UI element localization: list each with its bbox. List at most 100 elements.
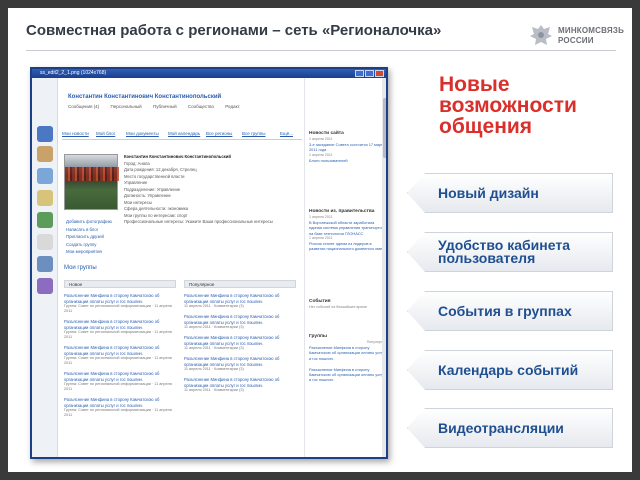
document-icon[interactable] xyxy=(37,234,53,250)
post-meta: 11 апреля 2011 · Комментарии (3) xyxy=(184,388,244,392)
tab-more[interactable]: Ещё... xyxy=(280,131,293,136)
tab-my-news[interactable]: Мои новости xyxy=(62,131,89,136)
tab-my-documents[interactable]: Мои документы xyxy=(126,131,159,136)
profile-link[interactable]: Мои мероприятия xyxy=(66,248,112,256)
tab-all-groups[interactable]: Все группы xyxy=(242,131,265,136)
list-item: Разъяснение Минфина в сторону Камчатскою… xyxy=(184,314,296,330)
profile-link[interactable]: Создать группу xyxy=(66,241,112,249)
profile-line: Профессиональные интересы: Укажите Ваши … xyxy=(124,219,273,224)
events-empty-text: Нет событий на ближайшее время xyxy=(309,305,367,309)
post-title[interactable]: Разъяснение Минфина в сторону Камчатскою… xyxy=(184,377,296,388)
post-meta: 11 апреля 2011 · Комментарии (3) xyxy=(184,346,244,350)
news-link[interactable]: 3-е заседание Совета состоится 17 марта … xyxy=(309,142,386,153)
post-title[interactable]: Разъяснение Минфина в сторону Камчатскою… xyxy=(184,293,296,304)
list-item: Разъяснение Минфина в сторону Камчатскою… xyxy=(64,397,176,418)
list-item: Разъяснение Минфина в сторону Камчатскою… xyxy=(64,293,176,314)
group-post-link[interactable]: Разъяснение Минфина в сторону Камчатскою… xyxy=(309,345,386,361)
post-title[interactable]: Разъяснение Минфина в сторону Камчатскою… xyxy=(64,345,176,356)
notes-icon[interactable] xyxy=(37,190,53,206)
post-title[interactable]: Разъяснение Минфина в сторону Камчатскою… xyxy=(64,371,176,382)
user-tool[interactable]: Сообщения (4) xyxy=(68,104,99,109)
logo-text-line-1: МИНКОМСВЯЗЬ xyxy=(558,26,625,35)
post-title[interactable]: Разъяснение Минфина в сторону Камчатскою… xyxy=(64,397,176,408)
calendar-icon[interactable] xyxy=(37,256,53,272)
scrollbar-thumb[interactable] xyxy=(383,98,386,158)
search-icon[interactable] xyxy=(37,126,53,142)
user-toolbar: Сообщения (4) Персональный Публичный Соо… xyxy=(68,104,250,109)
feature-item: Удобство кабинета пользователя xyxy=(407,232,613,272)
tab-my-calendar[interactable]: Мой календарь xyxy=(168,131,200,136)
list-item: Разъяснение Минфина в сторону Камчатскою… xyxy=(184,356,296,372)
post-meta: 11 апреля 2011 · Комментарии (3) xyxy=(184,304,244,308)
profile-links: Добавить фотографию Написать в блог Приг… xyxy=(66,218,112,256)
people-icon[interactable] xyxy=(37,168,53,184)
eagle-emblem-icon xyxy=(530,25,552,45)
news-link[interactable]: В Воронежской области заработала единая … xyxy=(309,220,386,236)
feature-label: События в группах xyxy=(438,302,572,319)
list-item: Разъяснение Минфина в сторону Камчатскою… xyxy=(64,371,176,392)
screenshot-main: Константин Константинович Константинопол… xyxy=(62,78,302,457)
close-icon[interactable] xyxy=(375,70,384,77)
group-column-new: Новое Разъяснение Минфина в сторону Камч… xyxy=(64,280,176,418)
post-meta: Группа: Совет по региональной информатиз… xyxy=(64,408,172,417)
screenshot-right-column: Новости сайта 1 апреля 2011 3-е заседани… xyxy=(304,78,386,457)
list-item: Разъяснение Минфина в сторону Камчатскою… xyxy=(184,293,296,309)
screenshot-window-title: ss_edit2_2_1.png (1024x768) xyxy=(40,70,107,76)
block-header: Новости из. правительства xyxy=(309,209,375,214)
user-name[interactable]: Константин Константинович Константинопол… xyxy=(68,94,221,100)
group-column-header[interactable]: Новое xyxy=(64,280,176,288)
profile-link[interactable]: Написать в блог xyxy=(66,226,112,234)
user-tool[interactable]: Персональный xyxy=(110,104,141,109)
user-tool[interactable]: Публичный xyxy=(153,104,177,109)
slide: Совместная работа с регионами – сеть «Ре… xyxy=(8,8,632,472)
portal-tabs: Мои новости Мой блог Мои документы Мой к… xyxy=(62,130,302,140)
feature-label: Новый дизайн xyxy=(438,184,539,201)
globe-icon[interactable] xyxy=(37,212,53,228)
profile-photo xyxy=(64,154,119,210)
user-tool[interactable]: Редакт. xyxy=(225,104,240,109)
post-meta: 11 апреля 2011 · Комментарии (3) xyxy=(184,325,244,329)
post-title[interactable]: Разъяснение Минфина в сторону Камчатскою… xyxy=(184,335,296,346)
scrollbar[interactable] xyxy=(382,78,386,457)
list-item: Разъяснение Минфина в сторону Камчатскою… xyxy=(184,335,296,351)
group-column-popular: Популярное Разъяснение Минфина в сторону… xyxy=(184,280,296,393)
feature-label: Видеотрансляции xyxy=(438,419,564,436)
group-post-link[interactable]: Разъяснение Минфина в сторону Камчатскою… xyxy=(309,367,386,383)
screenshot-body: Константин Константинович Константинопол… xyxy=(32,78,386,457)
groups-block: Группы Популярное Разъяснение Минфина в … xyxy=(309,333,386,383)
gov-news-block: Новости из. правительства 1 апреля 2011 … xyxy=(309,208,386,252)
events-block: События Нет событий на ближайшее время xyxy=(309,298,386,310)
slide-title: Совместная работа с регионами – сеть «Ре… xyxy=(26,22,442,39)
list-item: Разъяснение Минфина в сторону Камчатскою… xyxy=(64,345,176,366)
logo-text: МИНКОМСВЯЗЬ РОССИИ xyxy=(558,26,624,46)
post-title[interactable]: Разъяснение Минфина в сторону Камчатскою… xyxy=(184,314,296,325)
post-title[interactable]: Разъяснение Минфина в сторону Камчатскою… xyxy=(64,319,176,330)
tab-my-blog[interactable]: Мой блог xyxy=(96,131,115,136)
post-title[interactable]: Разъяснение Минфина в сторону Камчатскою… xyxy=(64,293,176,304)
feature-label: Календарь событий xyxy=(438,361,579,378)
group-column-header[interactable]: Популярное xyxy=(184,280,296,288)
profile-link[interactable]: Пригласить друзей xyxy=(66,233,112,241)
block-header: События xyxy=(309,299,331,304)
title-divider xyxy=(26,50,616,51)
post-meta: Группа: Совет по региональной информатиз… xyxy=(64,304,172,313)
maximize-icon[interactable] xyxy=(365,70,374,77)
post-title[interactable]: Разъяснение Минфина в сторону Камчатскою… xyxy=(184,356,296,367)
profile-link[interactable]: Добавить фотографию xyxy=(66,218,112,226)
feature-label: Удобство кабинета пользователя xyxy=(438,237,570,266)
logo-text-line-2: РОССИИ xyxy=(558,36,594,45)
block-header: Новости сайта xyxy=(309,131,344,136)
feature-item: Календарь событий xyxy=(407,350,613,390)
groups-icon[interactable] xyxy=(37,278,53,294)
profile-icon[interactable] xyxy=(37,146,53,162)
post-meta: Группа: Совет по региональной информатиз… xyxy=(64,330,172,339)
news-link[interactable]: Блоги пользователей xyxy=(309,158,386,163)
ministry-logo: МИНКОМСВЯЗЬ РОССИИ xyxy=(528,20,624,52)
user-tool[interactable]: Сообщество xyxy=(188,104,214,109)
features-heading: Новые возможности общения xyxy=(439,73,577,138)
tab-all-regions[interactable]: Все регионы xyxy=(206,131,232,136)
minimize-icon[interactable] xyxy=(355,70,364,77)
feature-item: Новый дизайн xyxy=(407,173,613,213)
post-meta: Группа: Совет по региональной информатиз… xyxy=(64,356,172,365)
news-link[interactable]: Россия станет одним из лидеров в развити… xyxy=(309,241,386,252)
